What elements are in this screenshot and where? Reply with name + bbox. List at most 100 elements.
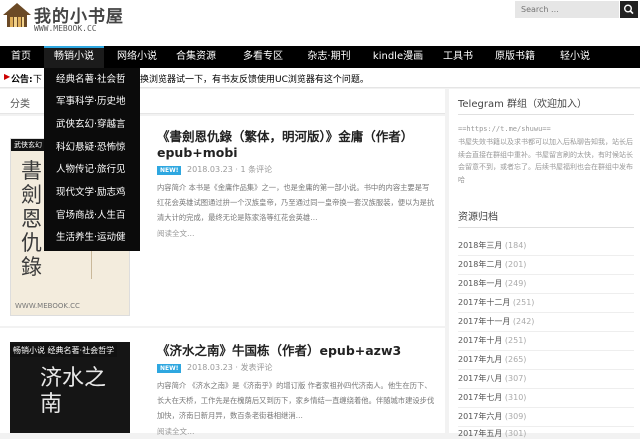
- cover-title: 济水之南: [40, 366, 107, 417]
- post-date: 2018.03.23: [187, 363, 233, 372]
- archive-item[interactable]: 2017年十月 (251): [458, 335, 526, 346]
- dropdown-item-modern-lit[interactable]: 现代文学·励志鸡: [56, 184, 126, 202]
- meta-separator: ·: [235, 363, 238, 372]
- dropdown-item-military[interactable]: 军事科学·历史地: [56, 93, 126, 111]
- archive-separator: [458, 331, 634, 332]
- cover-category-tag[interactable]: 畅销小说 经典名著·社会哲学: [10, 344, 118, 357]
- nav-item-bestseller[interactable]: 畅销小说: [44, 46, 104, 68]
- archive-count: (301): [504, 429, 527, 438]
- site-header: 我的小书屋 WWW.MEBOOK.CC: [0, 0, 640, 46]
- nav-item-duokan[interactable]: 多看专区: [234, 46, 292, 68]
- post-title[interactable]: 《書劍恩仇錄（繁体，明河版）》金庸（作者）epub+mobi: [157, 129, 437, 161]
- post-card: 畅销小说 经典名著·社会哲学 济水之南 《济水之南》牛国栋（作者）epub+az…: [0, 328, 445, 436]
- notice-arrow-icon: ▶: [4, 72, 11, 81]
- dropdown-item-classics[interactable]: 经典名著·社会哲: [56, 71, 126, 89]
- bestseller-dropdown-menu: 经典名著·社会哲 军事科学·历史地 武侠玄幻·穿越言 科幻悬疑·恐怖惊 人物传记…: [44, 68, 140, 251]
- nav-item-collection[interactable]: 合集资源: [167, 46, 225, 68]
- archive-item[interactable]: 2017年十一月 (242): [458, 316, 534, 327]
- read-more-link[interactable]: 阅读全文…: [157, 228, 195, 239]
- dropdown-item-lifestyle[interactable]: 生活养生·运动健: [56, 229, 126, 247]
- telegram-widget-title: Telegram 群组（欢迎加入）: [458, 99, 587, 110]
- archive-widget-title: 资源归档: [458, 212, 498, 223]
- cover-url: WWW.MEBOOK.CC: [15, 302, 80, 310]
- site-url: WWW.MEBOOK.CC: [34, 24, 97, 33]
- archive-month: 2017年八月: [458, 374, 503, 383]
- archive-separator: [458, 312, 634, 313]
- archive-month: 2017年七月: [458, 393, 503, 402]
- post-meta: NEW! 2018.03.23 · 1 条评论: [157, 164, 272, 175]
- dropdown-item-wuxia[interactable]: 武侠玄幻·穿越言: [56, 116, 126, 134]
- archive-item[interactable]: 2017年七月 (310): [458, 392, 526, 403]
- widget-divider: [458, 227, 634, 228]
- category-label: 分类: [10, 99, 30, 110]
- search-icon: [623, 4, 634, 15]
- post-title[interactable]: 《济水之南》牛国栋（作者）epub+azw3: [157, 343, 437, 359]
- main-nav: 首页 畅销小说 网络小说 合集资源 多看专区 杂志·期刊 kindle漫画 工具…: [0, 46, 640, 68]
- archive-item[interactable]: 2017年十二月 (251): [458, 297, 534, 308]
- archive-item[interactable]: 2017年五月 (301): [458, 428, 526, 439]
- archive-separator: [458, 369, 634, 370]
- widget-divider: [458, 114, 634, 115]
- nav-item-original[interactable]: 原版书籍: [486, 46, 544, 68]
- archive-separator: [458, 388, 634, 389]
- archive-item[interactable]: 2018年三月 (184): [458, 240, 526, 251]
- house-logo-icon[interactable]: [2, 2, 32, 28]
- archive-month: 2017年十二月: [458, 298, 511, 307]
- nav-item-home[interactable]: 首页: [0, 46, 42, 68]
- archive-month: 2017年九月: [458, 355, 503, 364]
- archive-item[interactable]: 2017年九月 (265): [458, 354, 526, 365]
- archive-count: (251): [504, 336, 527, 345]
- cover-category-tag[interactable]: 武侠玄幻: [11, 139, 45, 151]
- archive-count: (184): [504, 241, 527, 250]
- new-badge: NEW!: [157, 364, 182, 373]
- archive-month: 2017年十一月: [458, 317, 511, 326]
- meta-separator: ·: [235, 165, 238, 174]
- search-button[interactable]: [620, 1, 638, 18]
- archive-separator: [458, 274, 634, 275]
- nav-item-web-novel[interactable]: 网络小说: [108, 46, 166, 68]
- archive-count: (242): [512, 317, 535, 326]
- archive-separator: [458, 255, 634, 256]
- archive-separator: [458, 426, 634, 427]
- post-excerpt: 内容简介 《济水之南》是《济南乎》的增订版 作者家祖孙四代济南人。他生在历下、长…: [157, 381, 435, 420]
- telegram-description: 书屋失效书籍以及求书都可以加入后私聊告知我，站长后续会直接在群组中重补。书屋留言…: [458, 138, 633, 184]
- nav-item-magazine[interactable]: 杂志·期刊: [300, 46, 358, 68]
- archive-separator: [458, 350, 634, 351]
- archive-count: (310): [504, 393, 527, 402]
- sidebar: Telegram 群组（欢迎加入） ==https://t.me/shuwu==…: [449, 89, 640, 438]
- archive-item[interactable]: 2018年二月 (201): [458, 259, 526, 270]
- archive-item[interactable]: 2017年六月 (309): [458, 411, 526, 422]
- dropdown-item-business[interactable]: 官场商战·人生百: [56, 207, 126, 225]
- search-input[interactable]: [515, 1, 619, 18]
- archive-count: (307): [504, 374, 527, 383]
- archive-month: 2018年一月: [458, 279, 503, 288]
- nav-item-reference[interactable]: 工具书: [436, 46, 480, 68]
- archive-month: 2017年五月: [458, 429, 503, 438]
- new-badge: NEW!: [157, 166, 182, 175]
- dropdown-item-scifi[interactable]: 科幻悬疑·恐怖惊: [56, 139, 126, 157]
- archive-count: (251): [512, 298, 535, 307]
- archive-month: 2017年十月: [458, 336, 503, 345]
- archive-separator: [458, 293, 634, 294]
- post-meta: NEW! 2018.03.23 · 发表评论: [157, 362, 272, 373]
- archive-count: (249): [504, 279, 527, 288]
- archive-month: 2018年三月: [458, 241, 503, 250]
- nav-item-light-novel[interactable]: 轻小说: [552, 46, 598, 68]
- notice-label: 公告:: [11, 75, 33, 85]
- notice-text: 换浏览器试一下，有书友反馈使用UC浏览器有这个问题。: [140, 75, 369, 85]
- archive-count: (265): [504, 355, 527, 364]
- archive-count: (201): [504, 260, 527, 269]
- archive-separator: [458, 407, 634, 408]
- archive-count: (309): [504, 412, 527, 421]
- post-date: 2018.03.23: [187, 165, 233, 174]
- archive-item[interactable]: 2017年八月 (307): [458, 373, 526, 384]
- comment-count[interactable]: 发表评论: [240, 363, 272, 372]
- comment-count[interactable]: 1 条评论: [240, 165, 272, 174]
- telegram-link[interactable]: ==https://t.me/shuwu==: [458, 125, 551, 133]
- book-cover[interactable]: 畅销小说 经典名著·社会哲学 济水之南: [10, 342, 130, 433]
- archive-item[interactable]: 2018年一月 (249): [458, 278, 526, 289]
- nav-item-kindle-comic[interactable]: kindle漫画: [366, 46, 430, 68]
- read-more-link[interactable]: 阅读全文…: [157, 426, 195, 437]
- dropdown-item-biography[interactable]: 人物传记·旅行见: [56, 161, 126, 179]
- archive-month: 2017年六月: [458, 412, 503, 421]
